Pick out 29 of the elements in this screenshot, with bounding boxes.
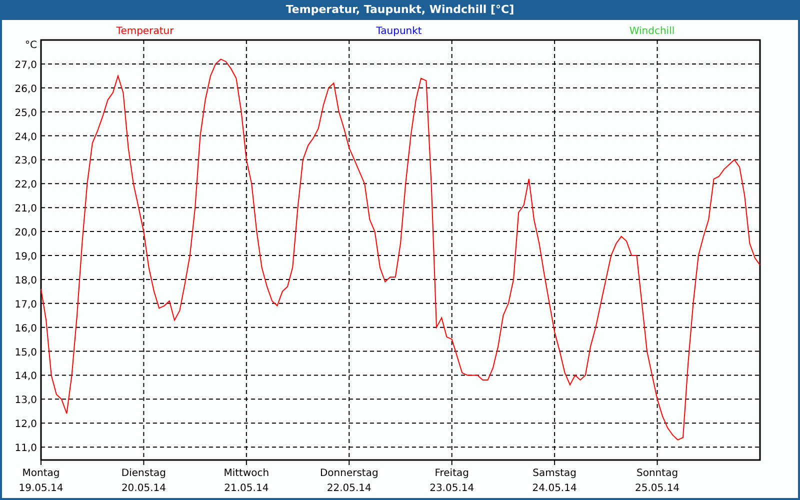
y-tick-label: 22,0 — [14, 180, 37, 191]
x-tick-label: Sonntag 25.05.14 — [635, 468, 680, 494]
y-tick-label: 24,0 — [14, 132, 37, 143]
y-tick-label: 18,0 — [14, 275, 37, 286]
y-tick-label: 23,0 — [14, 156, 37, 167]
y-tick-label: 13,0 — [14, 395, 37, 406]
x-tick-label: Dienstag 20.05.14 — [121, 468, 166, 494]
y-tick-label: 12,0 — [14, 419, 37, 430]
y-tick-label: 20,0 — [14, 228, 37, 239]
y-tick-label: 14,0 — [14, 371, 37, 382]
y-tick-label: 25,0 — [14, 108, 37, 119]
y-tick-label: 15,0 — [14, 347, 37, 358]
window-title: Temperatur, Taupunkt, Windchill [°C] — [2, 0, 798, 20]
x-tick-label: Freitag 23.05.14 — [430, 468, 474, 494]
y-tick-label: 16,0 — [14, 323, 37, 334]
y-axis-unit: °C — [25, 40, 37, 51]
x-tick-label: Montag 19.05.14 — [18, 468, 64, 494]
x-tick-label: Samstag 24.05.14 — [532, 468, 577, 494]
y-tick-label: 21,0 — [14, 204, 37, 215]
y-tick-label: 11,0 — [14, 443, 37, 454]
y-tick-label: 17,0 — [14, 299, 37, 310]
legend-label: Temperatur — [116, 26, 174, 37]
x-tick-label: Donnerstag 22.05.14 — [320, 468, 378, 494]
y-tick-label: 19,0 — [14, 252, 37, 262]
y-tick-label: 27,0 — [14, 60, 37, 71]
legend-label: Taupunkt — [376, 26, 422, 37]
legend-label: Windchill — [629, 26, 675, 37]
x-tick-label: Mittwoch 21.05.14 — [224, 468, 270, 494]
y-tick-label: 26,0 — [14, 84, 37, 95]
